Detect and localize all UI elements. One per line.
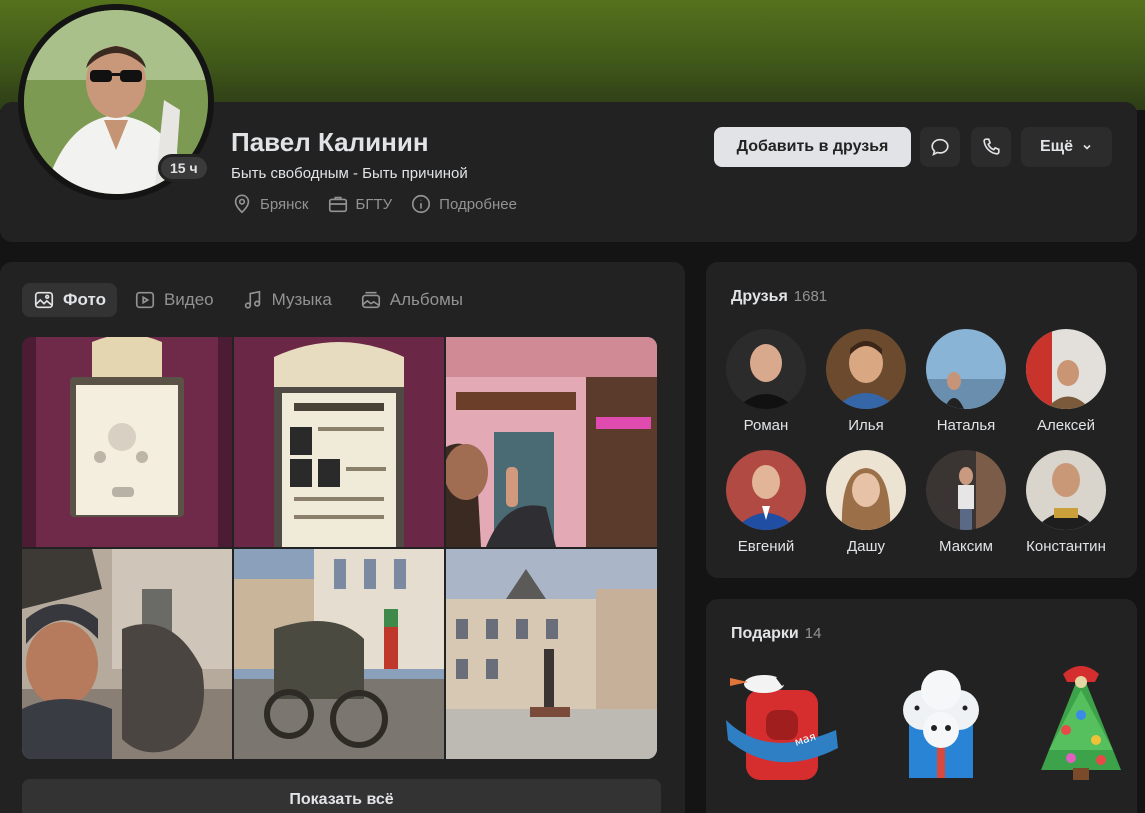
friend-name[interactable]: Евгений — [738, 538, 795, 555]
friend-avatar[interactable] — [826, 329, 906, 409]
gifts-title-label: Подарки — [731, 625, 799, 642]
online-time-badge: 15 ч — [158, 154, 210, 182]
message-button[interactable] — [920, 127, 960, 167]
location-pin-icon — [234, 194, 250, 214]
profile-university[interactable]: БГТУ — [327, 193, 393, 215]
friend-item[interactable]: Максим — [916, 450, 1016, 555]
friend-item[interactable]: Дашу — [816, 450, 916, 555]
photo-icon — [34, 291, 54, 309]
friends-title-label: Друзья — [731, 288, 788, 305]
tab-label: Видео — [163, 290, 214, 309]
gift-stork-may-9[interactable]: мая — [726, 660, 846, 785]
friend-avatar[interactable] — [1026, 329, 1106, 409]
friend-name[interactable]: Дашу — [847, 538, 885, 555]
friend-item[interactable]: Евгений — [716, 450, 816, 555]
tab-photos[interactable]: Фото — [22, 283, 117, 317]
friend-name[interactable]: Наталья — [937, 417, 996, 434]
video-icon — [135, 291, 155, 309]
gifts-count: 14 — [804, 625, 822, 642]
tab-albums[interactable]: Альбомы — [349, 283, 474, 317]
profile-details-link[interactable]: Подробнее — [410, 193, 517, 215]
media-tabs: Фото Видео Музыка Альбомы — [22, 283, 474, 317]
friends-grid: Роман Илья Наталья Алексей Евгений Дашу — [716, 329, 1116, 555]
profile-city[interactable]: Брянск — [231, 193, 309, 215]
university-label: БГТУ — [355, 195, 393, 213]
photo-thumbnail[interactable] — [446, 337, 657, 547]
chevron-down-icon — [1083, 144, 1091, 150]
more-label: Ещё — [1039, 138, 1074, 155]
city-label: Брянск — [260, 195, 309, 213]
photo-grid — [22, 337, 657, 759]
show-all-button[interactable]: Показать всё — [22, 779, 661, 813]
gift-cat-box[interactable] — [881, 660, 1001, 785]
friend-avatar[interactable] — [1026, 450, 1106, 530]
friend-name[interactable]: Константин — [1026, 538, 1106, 555]
call-button[interactable] — [971, 127, 1011, 167]
add-friend-button[interactable]: Добавить в друзья — [714, 127, 911, 167]
message-icon — [931, 138, 949, 156]
info-icon — [412, 194, 431, 214]
details-label: Подробнее — [439, 195, 517, 213]
friend-name[interactable]: Максим — [939, 538, 993, 555]
briefcase-icon — [328, 196, 347, 213]
friend-avatar[interactable] — [726, 329, 806, 409]
tab-label: Альбомы — [389, 290, 463, 309]
gift-christmas-tree[interactable] — [1021, 660, 1141, 785]
friend-item[interactable]: Роман — [716, 329, 816, 434]
tab-video[interactable]: Видео — [123, 283, 225, 317]
friend-item[interactable]: Константин — [1016, 450, 1116, 555]
photo-thumbnail[interactable] — [22, 337, 232, 547]
phone-icon — [983, 138, 1000, 155]
tab-label: Музыка — [271, 290, 332, 309]
photo-thumbnail[interactable] — [446, 549, 657, 759]
friend-item[interactable]: Алексей — [1016, 329, 1116, 434]
photo-thumbnail[interactable] — [234, 549, 444, 759]
albums-icon — [361, 291, 380, 309]
tab-label: Фото — [63, 290, 106, 309]
friend-item[interactable]: Наталья — [916, 329, 1016, 434]
friend-avatar[interactable] — [826, 450, 906, 530]
friend-avatar[interactable] — [926, 329, 1006, 409]
friend-name[interactable]: Алексей — [1037, 417, 1095, 434]
gifts-title[interactable]: Подарки 14 — [731, 625, 821, 643]
friend-name[interactable]: Роман — [744, 417, 789, 434]
photo-thumbnail[interactable] — [22, 549, 232, 759]
profile-meta: Брянск БГТУ Подробнее — [231, 193, 517, 215]
friend-name[interactable]: Илья — [848, 417, 883, 434]
profile-name: Павел Калинин — [231, 127, 429, 157]
more-button[interactable]: Ещё — [1021, 127, 1112, 167]
friend-avatar[interactable] — [926, 450, 1006, 530]
gifts-list: мая — [726, 660, 1131, 785]
friends-title[interactable]: Друзья 1681 — [731, 288, 827, 306]
photo-thumbnail[interactable] — [234, 337, 444, 547]
profile-status: Быть свободным - Быть причиной — [231, 165, 468, 182]
friend-item[interactable]: Илья — [816, 329, 916, 434]
friends-count: 1681 — [793, 288, 828, 305]
friend-avatar[interactable] — [726, 450, 806, 530]
tab-music[interactable]: Музыка — [231, 283, 343, 317]
music-icon — [244, 290, 260, 309]
